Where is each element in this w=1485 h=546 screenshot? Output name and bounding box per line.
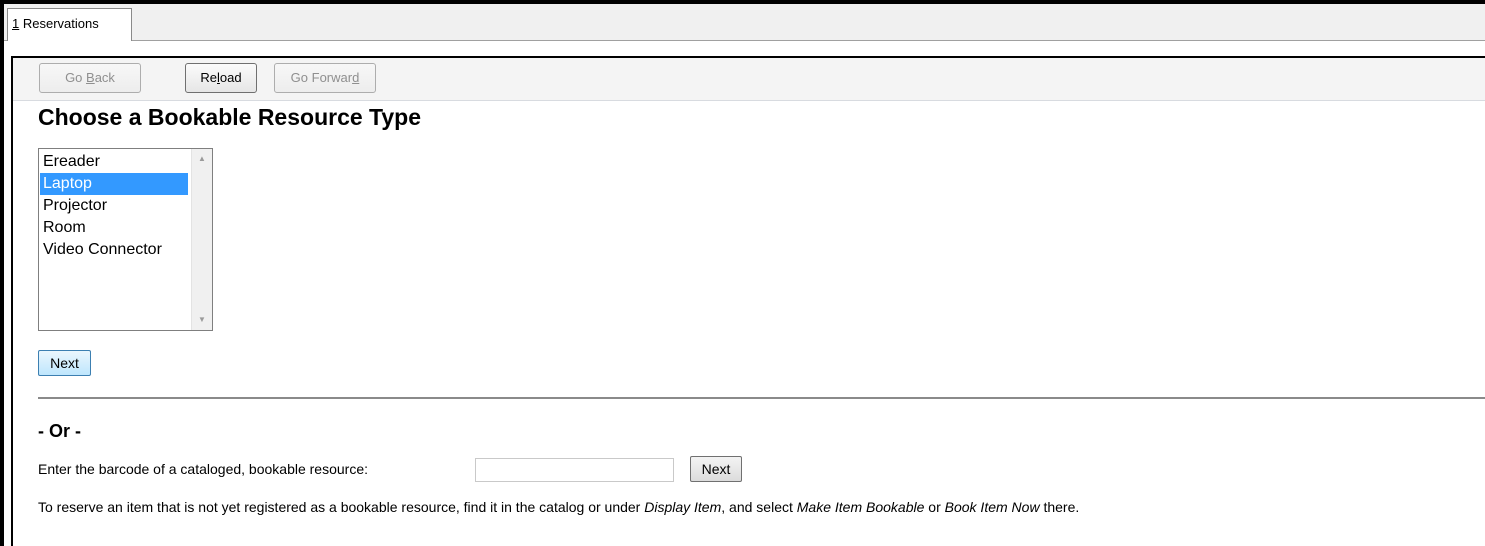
section-divider <box>38 397 1485 399</box>
page-title: Choose a Bookable Resource Type <box>38 104 422 130</box>
reload-label-pre: Re <box>200 70 218 85</box>
make-item-bookable-term: Make Item Bookable <box>796 499 925 515</box>
book-item-now-term: Book Item Now <box>944 499 1040 515</box>
resource-type-option[interactable]: Projector <box>40 195 188 217</box>
resource-type-option[interactable]: Ereader <box>40 151 188 173</box>
window-frame-left <box>0 0 4 546</box>
browser-panel: Go Back Reload Go Forward Choose a Booka… <box>11 56 1485 546</box>
go-back-label-accel: B <box>86 70 95 85</box>
listbox-scrollbar[interactable]: ▲ ▼ <box>191 149 212 330</box>
go-back-label-pre: Go <box>65 70 87 85</box>
barcode-label: Enter the barcode of a cataloged, bookab… <box>38 461 368 477</box>
resource-type-option[interactable]: Video Connector <box>40 239 188 261</box>
resource-type-listbox[interactable]: Ereader Laptop Projector Room Video Connecto… <box>38 148 213 331</box>
resource-type-option[interactable]: Room <box>40 217 188 239</box>
tab-label: Reservations <box>22 16 99 31</box>
go-back-label-post: ack <box>94 70 115 85</box>
display-item-term: Display Item <box>644 499 722 515</box>
barcode-input[interactable] <box>475 458 674 482</box>
go-forward-button[interactable]: Go Forward <box>274 63 376 93</box>
go-back-button[interactable]: Go Back <box>39 63 141 93</box>
instructions-part2: , and select <box>721 499 797 515</box>
go-forward-label-accel: d <box>352 70 360 85</box>
reload-button[interactable]: Reload <box>185 63 257 93</box>
next-button[interactable]: Next <box>38 350 91 376</box>
navigation-toolbar: Go Back Reload Go Forward <box>13 58 1485 101</box>
tab-strip <box>4 4 1485 40</box>
reload-label-post: oad <box>219 70 242 85</box>
barcode-next-button[interactable]: Next <box>690 456 742 482</box>
tab-number: 1 <box>12 16 20 31</box>
instructions-part4: there. <box>1039 499 1080 515</box>
go-forward-label-pre: Go Forwar <box>290 70 353 85</box>
instructions-text: To reserve an item that is not yet regis… <box>38 499 1079 515</box>
resource-type-option[interactable]: Laptop <box>40 173 188 195</box>
resource-type-list: Ereader Laptop Projector Room Video Connecto… <box>40 151 188 261</box>
instructions-part1: To reserve an item that is not yet regis… <box>38 499 645 515</box>
instructions-part3: or <box>924 499 945 515</box>
or-separator-label: - Or - <box>38 421 81 441</box>
scroll-up-arrow-icon[interactable]: ▲ <box>192 151 212 167</box>
scroll-down-arrow-icon[interactable]: ▼ <box>192 312 212 328</box>
tab-strip-divider <box>4 40 1485 41</box>
tab-reservations[interactable]: 1 Reservations <box>7 8 132 41</box>
